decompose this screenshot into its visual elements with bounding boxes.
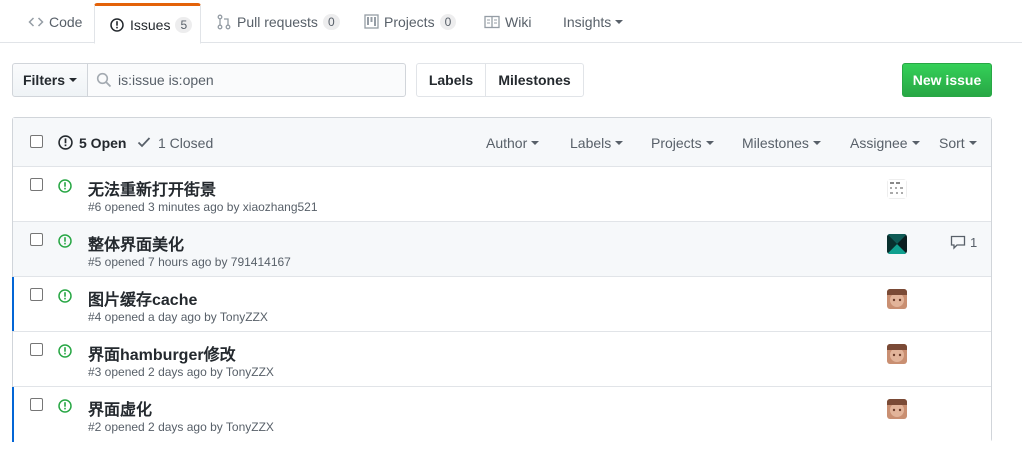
tab-code[interactable]: Code [28, 0, 82, 43]
caret-down-icon [615, 19, 624, 24]
sort-menu[interactable]: Sort [939, 118, 977, 167]
issue-open-icon [58, 399, 72, 416]
issue-title-link[interactable]: 整体界面美化 [88, 231, 184, 255]
labels-filter-label: Labels [570, 134, 612, 151]
issue-title-link[interactable]: 图片缓存cache [88, 286, 197, 310]
issue-checkbox[interactable] [30, 233, 43, 246]
git-pull-request-icon [216, 14, 232, 30]
assignee-avatar[interactable] [887, 344, 907, 364]
milestones-button[interactable]: Milestones [485, 63, 584, 97]
tab-projects-label: Projects [384, 13, 435, 30]
tab-issues-counter: 5 [175, 16, 193, 33]
tab-code-label: Code [49, 13, 83, 30]
tab-pull-requests-counter: 0 [322, 13, 340, 30]
issue-row: 图片缓存cache #4 opened a day ago by TonyZZX [12, 277, 991, 332]
projects-filter-menu[interactable]: Projects [651, 118, 714, 167]
issue-meta: #6 opened 3 minutes ago by xiaozhang521 [88, 200, 318, 214]
issue-open-icon [58, 289, 72, 306]
issue-row: 界面虚化 #2 opened 2 days ago by TonyZZX [12, 387, 991, 442]
sort-label: Sort [939, 134, 965, 151]
assignee-avatar[interactable] [887, 289, 907, 309]
search-icon [96, 72, 112, 88]
issue-search-input[interactable] [118, 72, 398, 88]
caret-down-icon [705, 140, 714, 145]
caret-down-icon [531, 140, 540, 145]
closed-issues-label: 1 Closed [158, 134, 214, 151]
issues-list-header: 5 Open 1 Closed Author Labels Projects M… [13, 118, 991, 167]
issue-checkbox[interactable] [30, 343, 43, 356]
caret-down-icon [615, 140, 624, 145]
assignee-filter-menu[interactable]: Assignee [850, 118, 920, 167]
issue-meta: #2 opened 2 days ago by TonyZZX [88, 420, 274, 434]
assignee-avatar[interactable] [887, 179, 907, 199]
projects-filter-label: Projects [651, 134, 702, 151]
issue-title-link[interactable]: 界面hamburger修改 [88, 341, 236, 365]
repo-tab-nav: Code Issues 5 Pull requests 0 Projects 0… [0, 0, 1022, 44]
issue-open-icon [58, 179, 72, 196]
issue-checkbox[interactable] [30, 178, 43, 191]
assignee-filter-label: Assignee [850, 134, 908, 151]
caret-down-icon [812, 140, 821, 145]
author-filter-label: Author [486, 134, 528, 151]
issue-meta: #3 opened 2 days ago by TonyZZX [88, 365, 274, 379]
issue-opened-icon [109, 17, 125, 33]
open-issues-toggle[interactable]: 5 Open [58, 118, 126, 167]
issues-list-box: 5 Open 1 Closed Author Labels Projects M… [12, 117, 992, 442]
issue-title-link[interactable]: 无法重新打开街景 [88, 176, 216, 200]
comments-link[interactable]: 1 [950, 234, 977, 250]
tab-projects[interactable]: Projects 0 [363, 0, 457, 43]
tab-pull-requests-label: Pull requests [237, 13, 318, 30]
caret-down-icon [968, 140, 977, 145]
closed-issues-toggle[interactable]: 1 Closed [137, 118, 213, 167]
issue-opened-icon [58, 134, 74, 151]
labels-filter-menu[interactable]: Labels [570, 118, 624, 167]
milestones-filter-label: Milestones [742, 134, 809, 151]
assignee-avatar[interactable] [887, 399, 907, 419]
tab-insights-label: Insights [563, 13, 612, 30]
tab-issues-label: Issues [130, 16, 171, 33]
assignee-avatar[interactable] [887, 234, 907, 254]
issue-row: 界面hamburger修改 #3 opened 2 days ago by To… [13, 332, 991, 387]
issue-row: 无法重新打开街景 #6 opened 3 minutes ago by xiao… [13, 167, 991, 222]
issue-checkbox[interactable] [30, 398, 43, 411]
tab-wiki[interactable]: Wiki [484, 0, 531, 43]
comment-count: 1 [970, 234, 978, 250]
caret-down-icon [69, 78, 77, 82]
tab-pull-requests[interactable]: Pull requests 0 [216, 0, 340, 43]
issue-row: 整体界面美化 #5 opened 7 hours ago by 79141416… [13, 222, 991, 277]
filters-button-label: Filters [22, 72, 65, 88]
select-all-checkbox[interactable] [30, 135, 43, 148]
labels-button[interactable]: Labels [416, 63, 486, 97]
filters-button[interactable]: Filters [12, 63, 88, 97]
author-filter-menu[interactable]: Author [486, 118, 540, 167]
issue-meta: #5 opened 7 hours ago by 791414167 [88, 255, 291, 269]
issue-meta: #4 opened a day ago by TonyZZX [88, 310, 268, 324]
issue-title-link[interactable]: 界面虚化 [88, 396, 152, 420]
issue-checkbox[interactable] [30, 288, 43, 301]
tab-issues[interactable]: Issues 5 [94, 3, 201, 44]
tab-projects-counter: 0 [439, 13, 457, 30]
milestones-filter-menu[interactable]: Milestones [742, 118, 821, 167]
issue-open-icon [58, 234, 72, 251]
project-icon [363, 14, 379, 30]
tab-wiki-label: Wiki [505, 13, 532, 30]
open-issues-label: 5 Open [79, 134, 127, 151]
code-icon [28, 14, 44, 30]
issue-search-field[interactable] [87, 63, 406, 97]
caret-down-icon [911, 140, 920, 145]
check-icon [137, 135, 153, 151]
new-issue-button[interactable]: New issue [902, 63, 992, 97]
tab-insights[interactable]: Insights [563, 0, 624, 43]
issue-open-icon [58, 344, 72, 361]
comment-icon [950, 234, 966, 250]
book-icon [484, 14, 500, 30]
